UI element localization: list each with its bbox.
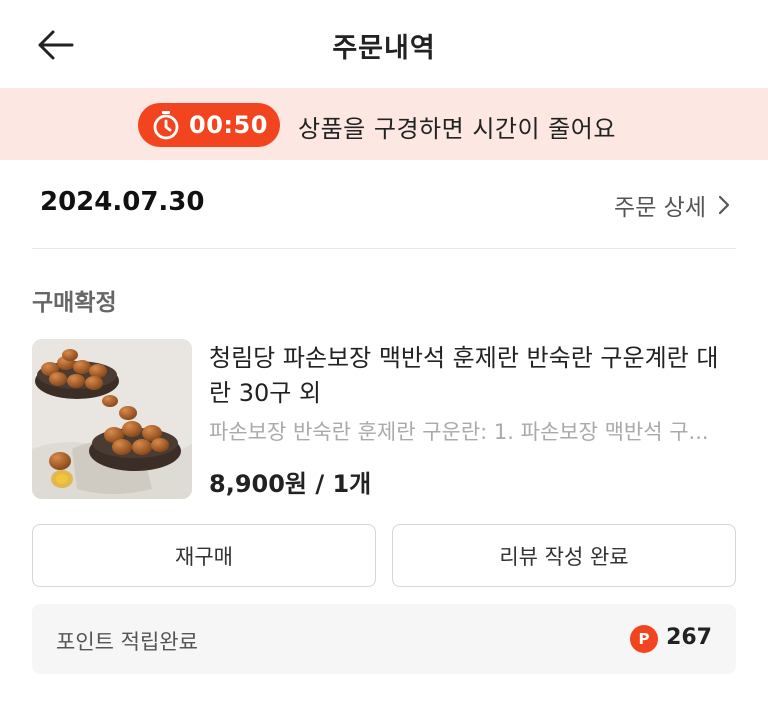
header: 주문내역 bbox=[0, 0, 768, 88]
point-badge-icon: P bbox=[630, 625, 658, 653]
points-value: 267 bbox=[666, 625, 712, 650]
order-detail-label: 주문 상세 bbox=[614, 195, 706, 221]
divider bbox=[32, 248, 736, 249]
order-status: 구매확정 bbox=[32, 290, 117, 316]
product-price: 8,900원 / 1개 bbox=[209, 470, 372, 498]
product-option: 파손보장 반숙란 훈제란 구운란: 1. 파손보장 맥반석 구... bbox=[209, 420, 709, 444]
order-detail-link[interactable]: 주문 상세 bbox=[614, 188, 730, 222]
points-label: 포인트 적립완료 bbox=[56, 630, 198, 654]
page-title: 주문내역 bbox=[332, 33, 436, 64]
rebuy-button[interactable]: 재구매 bbox=[32, 524, 376, 587]
product-name[interactable]: 청림당 파손보장 맥반석 훈제란 반숙란 구운계란 대란 30구 외 bbox=[209, 341, 739, 411]
order-date: 2024.07.30 bbox=[40, 187, 205, 217]
points-box: 포인트 적립완료 P 267 bbox=[32, 604, 736, 674]
timer-banner: 00:50 상품을 구경하면 시간이 줄어요 bbox=[0, 88, 768, 160]
chevron-right-icon bbox=[718, 195, 730, 215]
timer-value: 00:50 bbox=[189, 111, 268, 139]
stopwatch-icon bbox=[153, 111, 179, 140]
eggs-product-image[interactable] bbox=[32, 339, 192, 499]
timer-pill: 00:50 bbox=[138, 103, 280, 147]
review-complete-button[interactable]: 리뷰 작성 완료 bbox=[392, 524, 736, 587]
timer-message: 상품을 구경하면 시간이 줄어요 bbox=[298, 115, 616, 143]
